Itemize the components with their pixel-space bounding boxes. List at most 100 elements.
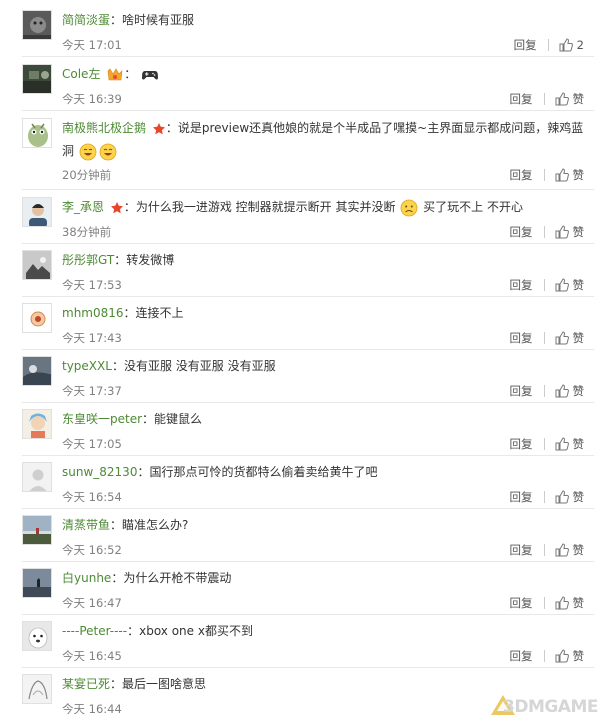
comment-username[interactable]: 东皇咲一peter xyxy=(62,412,142,426)
comment-username[interactable]: mhm0816 xyxy=(62,306,124,320)
like-button[interactable]: 赞 xyxy=(555,542,585,558)
reply-button[interactable]: 回复 xyxy=(510,648,533,664)
avatar[interactable] xyxy=(22,409,52,439)
comment-username[interactable]: 白yunhe xyxy=(62,571,111,585)
laughing-emoji-icon xyxy=(99,143,117,160)
divider xyxy=(543,226,545,238)
comment-username[interactable]: 彤彤郭GT xyxy=(62,253,114,267)
comment-username[interactable]: 简简淡蛋 xyxy=(62,13,110,27)
like-button[interactable]: 赞 xyxy=(555,489,584,505)
avatar[interactable] xyxy=(22,621,52,651)
like-button[interactable]: 赞 xyxy=(555,383,584,399)
comment-username[interactable]: 清蒸带鱼 xyxy=(62,518,110,532)
comment-text: 能键鼠么 xyxy=(154,412,203,426)
divider xyxy=(543,279,545,291)
divider xyxy=(22,110,594,111)
divider xyxy=(22,189,594,190)
thumbs-up-icon xyxy=(555,92,569,106)
reply-button[interactable]: 回复 xyxy=(510,542,533,558)
reply-button[interactable]: 回复 xyxy=(514,37,537,53)
comment-text: xbox one x都买不到 xyxy=(139,624,253,638)
avatar[interactable] xyxy=(22,674,52,704)
comment-text: 最后一图啥意思 xyxy=(122,677,207,691)
reply-button[interactable]: 回复 xyxy=(510,224,533,240)
divider xyxy=(543,491,545,503)
thumbs-up-icon xyxy=(555,225,569,239)
thumbs-up-icon xyxy=(555,384,569,398)
avatar[interactable] xyxy=(22,64,52,94)
reply-button[interactable]: 回复 xyxy=(510,91,533,107)
divider xyxy=(547,39,549,51)
comment-username[interactable]: 李_承恩 xyxy=(62,200,104,214)
comment-text: 说是preview还真他娘的就是个半成品了嘿摸~主界面显示都成问题，辣鸡蓝 xyxy=(177,121,584,135)
comment-time: 今天 17:37 xyxy=(62,384,122,398)
like-button[interactable]: 赞 xyxy=(555,436,584,452)
divider xyxy=(22,56,594,57)
like-label: 赞 xyxy=(572,543,585,557)
reply-button[interactable]: 回复 xyxy=(510,383,533,399)
like-button[interactable]: 赞 xyxy=(555,595,584,611)
reply-button[interactable]: 回复 xyxy=(510,436,533,452)
thumbs-up-icon xyxy=(555,331,569,345)
avatar[interactable] xyxy=(22,356,52,386)
avatar[interactable] xyxy=(22,10,52,40)
reply-button[interactable]: 回复 xyxy=(510,489,533,505)
comment-username[interactable]: typeXXL xyxy=(62,359,112,373)
avatar[interactable] xyxy=(22,250,52,280)
comment-item: typeXXL：没有亚服 没有亚服 没有亚服 今天 17:37 回复 赞 xyxy=(0,350,604,403)
comment-text: 为什么开枪不带震动 xyxy=(123,571,232,585)
comment-text: 瞄准怎么办? xyxy=(122,518,189,532)
like-button[interactable]: 赞 xyxy=(555,167,585,183)
comment-item: mhm0816：连接不上 今天 17:43 回复 赞 xyxy=(0,297,604,350)
avatar[interactable] xyxy=(22,197,52,227)
reply-button[interactable]: 回复 xyxy=(510,330,533,346)
comment-time: 今天 17:01 xyxy=(62,38,122,52)
comment-time: 今天 17:53 xyxy=(62,278,122,292)
thumbs-up-icon xyxy=(555,543,569,557)
divider xyxy=(543,650,545,662)
comment-username[interactable]: 南极熊北极企鹅 xyxy=(62,121,146,135)
divider xyxy=(543,93,545,105)
divider xyxy=(543,544,545,556)
like-button[interactable]: 赞 xyxy=(555,277,584,293)
avatar[interactable] xyxy=(22,515,52,545)
watermark: 3DMGAME xyxy=(488,693,600,721)
avatar[interactable] xyxy=(22,462,52,492)
like-label: 赞 xyxy=(572,168,585,182)
laughing-emoji-icon xyxy=(79,143,97,160)
comment-username[interactable]: Cole左 xyxy=(62,67,100,81)
comment-time: 20分钟前 xyxy=(62,168,112,182)
like-button[interactable]: 赞 xyxy=(555,330,585,346)
comment-text: 啥时候有亚服 xyxy=(122,13,195,27)
thumbs-up-icon xyxy=(555,437,569,451)
comment-time: 今天 17:05 xyxy=(62,437,122,451)
avatar[interactable] xyxy=(22,118,52,148)
like-label: 赞 xyxy=(572,92,585,106)
divider xyxy=(543,597,545,609)
comment-username[interactable]: 某宴已死 xyxy=(62,677,110,691)
comment-time: 今天 16:52 xyxy=(62,543,122,557)
reply-button[interactable]: 回复 xyxy=(510,277,533,293)
like-button[interactable]: 2 xyxy=(559,37,584,53)
thumbs-up-icon xyxy=(555,278,569,292)
avatar[interactable] xyxy=(22,568,52,598)
comment-item: sunw_82130：国行那点可怜的货都特么偷着卖给黄牛了吧 今天 16:54 … xyxy=(0,456,604,509)
comment-username[interactable]: sunw_82130 xyxy=(62,465,137,479)
vip-badge-icon xyxy=(107,67,123,80)
reply-button[interactable]: 回复 xyxy=(510,167,533,183)
like-label: 赞 xyxy=(572,331,585,345)
like-button[interactable]: 赞 xyxy=(555,224,585,240)
avatar[interactable] xyxy=(22,303,52,333)
like-button[interactable]: 赞 xyxy=(555,91,585,107)
like-label: 赞 xyxy=(572,225,585,239)
comment-text-after: 买了玩不上 不开心 xyxy=(423,200,523,214)
comment-item: ----Peter----：xbox one x都买不到 今天 16:45 回复… xyxy=(0,615,604,668)
comment-item: 南极熊北极企鹅 ：说是preview还真他娘的就是个半成品了嘿摸~主界面显示都成… xyxy=(0,112,604,190)
comment-username[interactable]: ----Peter---- xyxy=(62,624,127,638)
comment-time: 今天 16:47 xyxy=(62,596,122,610)
like-button[interactable]: 赞 xyxy=(555,648,584,664)
comment-text: 转发微博 xyxy=(126,253,175,267)
comment-time: 38分钟前 xyxy=(62,225,112,239)
reply-button[interactable]: 回复 xyxy=(510,595,533,611)
divider xyxy=(543,169,545,181)
